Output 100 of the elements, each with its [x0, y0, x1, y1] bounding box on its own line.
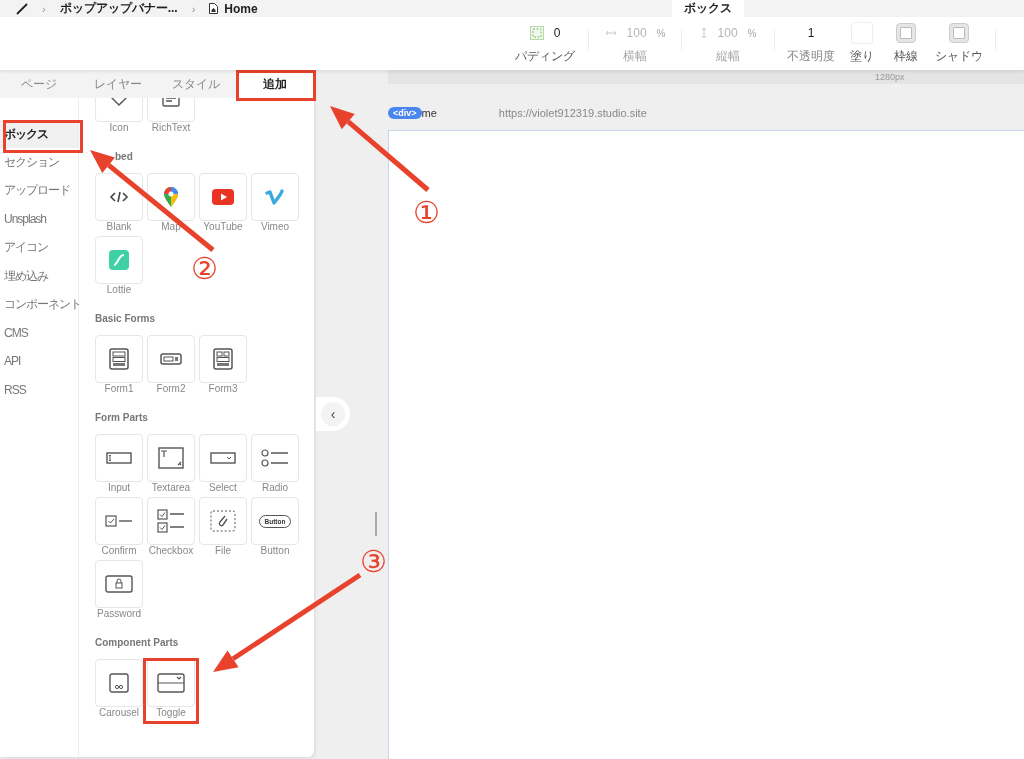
section-heading: bed [114, 151, 134, 163]
tile-label: Vimeo [260, 221, 290, 233]
breadcrumb-separator: › [191, 2, 196, 15]
element-tile[interactable] [147, 497, 195, 545]
value-text[interactable]: 0 [553, 26, 561, 40]
tile-label: Form3 [208, 383, 238, 395]
element-tile[interactable] [147, 173, 195, 221]
tile-label: File [214, 545, 232, 557]
value-text[interactable]: 1 [807, 26, 815, 40]
tile-label: Textarea [151, 482, 191, 494]
ruler-width-text: 1280px [875, 72, 905, 82]
element-tile[interactable] [95, 173, 143, 221]
tile-label: Icon [109, 122, 129, 134]
element-tile[interactable] [95, 560, 143, 608]
tile-label: Toggle [156, 707, 186, 719]
tile-label: Form1 [104, 383, 134, 395]
property-label: 横幅 [623, 48, 647, 65]
tile-label: Checkbox [148, 545, 194, 557]
element-tile[interactable] [95, 236, 143, 284]
element-tile[interactable] [199, 335, 247, 383]
step-number: ① [413, 198, 440, 228]
property-label: シャドウ [935, 48, 983, 65]
category-item[interactable]: Unsplash [0, 205, 78, 234]
unit-text: % [747, 27, 757, 39]
category-item[interactable]: アイコン [0, 233, 78, 262]
site-url[interactable]: https://violet912319.studio.site [498, 107, 647, 119]
unit-text: % [656, 27, 666, 39]
tile-label: Form2 [156, 383, 186, 395]
element-tile[interactable] [251, 434, 299, 482]
youtube-icon [212, 189, 234, 205]
section-heading: Form Parts [95, 412, 149, 424]
vimeo-icon [265, 188, 285, 206]
checkbox-icon [157, 509, 185, 533]
radio-icon [261, 448, 289, 468]
password-icon [105, 575, 133, 593]
breadcrumb-item[interactable]: Home [224, 1, 258, 16]
breadcrumb-separator: › [42, 2, 46, 15]
element-tile[interactable] [199, 173, 247, 221]
tile-label: RichText [151, 122, 191, 134]
confirm-icon [105, 515, 133, 527]
category-item[interactable]: CMS [0, 318, 78, 348]
toggle-icon [157, 673, 185, 693]
input-icon [106, 452, 132, 464]
element-tile[interactable] [147, 659, 195, 707]
element-tile[interactable] [95, 335, 143, 383]
highlight-frame [143, 658, 199, 724]
page-icon [209, 3, 219, 14]
element-tile[interactable] [251, 173, 299, 221]
tile-label: Radio [261, 482, 289, 494]
category-item[interactable]: セクション [0, 148, 78, 177]
page-name: me [421, 107, 437, 119]
padding-icon [529, 26, 544, 40]
property-label: 縦幅 [716, 48, 740, 65]
element-tile[interactable] [95, 659, 143, 707]
property-label: 不透明度 [787, 48, 835, 65]
element-tile[interactable] [147, 434, 195, 482]
tile-label: Confirm [101, 545, 137, 557]
tile-label: Blank [106, 221, 132, 233]
panel-tab[interactable]: スタイル [157, 70, 236, 98]
pencil-icon[interactable] [16, 2, 28, 15]
category-item[interactable]: コンポーネント [0, 290, 78, 319]
element-tag-badge: <div> [388, 107, 422, 119]
category-item[interactable]: RSS [0, 375, 78, 404]
section-heading: Component Parts [95, 637, 180, 649]
resize-handle[interactable] [375, 512, 377, 536]
section-heading: Basic Forms [95, 313, 157, 325]
element-tile[interactable] [199, 434, 247, 482]
file-icon [210, 510, 236, 532]
element-tile[interactable] [147, 335, 195, 383]
property-label: パディング [515, 48, 575, 65]
tile-label: Select [209, 482, 237, 494]
box-tab[interactable]: ボックス [672, 0, 744, 17]
horizontal-arrow-icon [604, 29, 617, 37]
tile-label: Password [97, 608, 141, 620]
tile-label: YouTube [203, 221, 243, 233]
code-icon [109, 190, 129, 204]
step-number: ② [191, 254, 218, 284]
pin-icon [163, 186, 179, 208]
carousel-icon [109, 673, 129, 693]
element-tile[interactable] [95, 434, 143, 482]
textarea-icon [158, 447, 184, 469]
form1-icon [109, 348, 129, 370]
collapse-button[interactable]: ‹ [316, 397, 350, 431]
property-label: 枠線 [894, 48, 918, 65]
panel-tab[interactable]: レイヤー [78, 70, 157, 98]
tile-label: Input [107, 482, 131, 494]
select-icon [210, 452, 236, 464]
form2-icon [160, 353, 182, 365]
category-item[interactable]: 埋め込み [0, 261, 78, 291]
panel-tab[interactable]: ページ [0, 70, 79, 98]
step-number: ③ [360, 547, 387, 577]
element-tile[interactable] [199, 497, 247, 545]
form3-icon [213, 348, 233, 370]
category-item[interactable]: API [0, 347, 78, 376]
breadcrumb-item[interactable]: ポップアップバナー... [59, 0, 178, 17]
category-item[interactable]: アップロード [0, 176, 78, 206]
element-tile[interactable] [95, 497, 143, 545]
tile-label: Button [260, 545, 290, 557]
vertical-arrow-icon [699, 27, 708, 39]
tile-label: Carousel [99, 707, 139, 719]
